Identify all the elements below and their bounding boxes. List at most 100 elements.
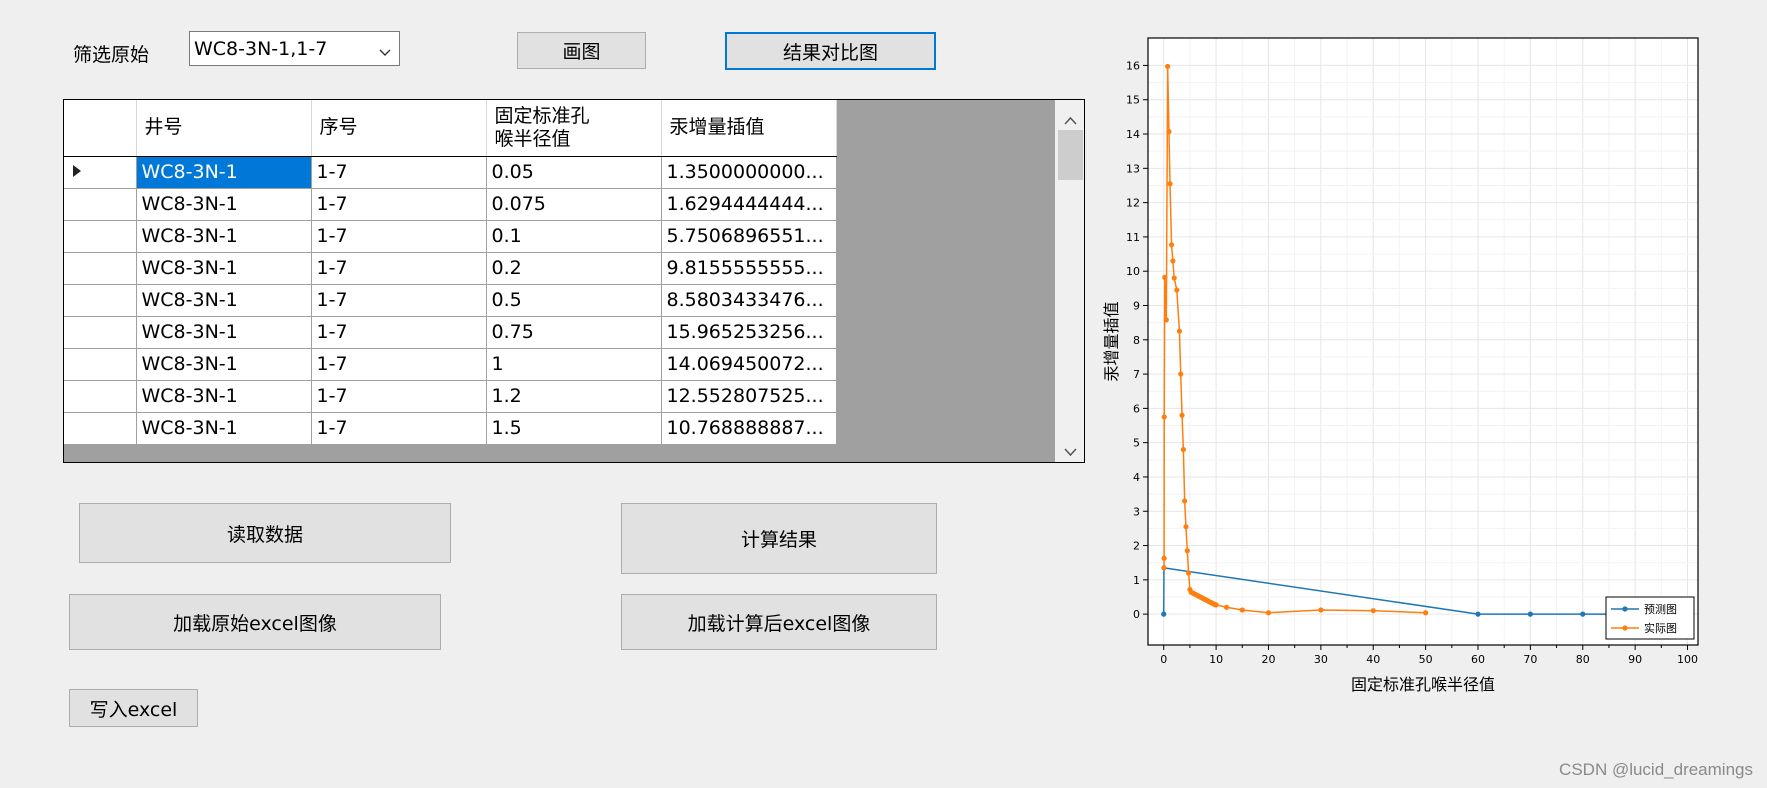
cell-pore-radius[interactable]: 0.5 [486, 284, 662, 317]
scroll-down-icon[interactable] [1064, 442, 1077, 461]
row-header[interactable] [64, 380, 137, 413]
cell-mercury-increment[interactable]: 15.965253256... [661, 316, 837, 349]
y-tick-label: 16 [1126, 59, 1140, 72]
row-header[interactable] [64, 316, 137, 349]
cell-serial-no[interactable]: 1-7 [311, 380, 487, 413]
row-header[interactable] [64, 252, 137, 285]
cell-well-no[interactable]: WC8-3N-1 [136, 252, 312, 285]
data-point-1 [1166, 129, 1172, 135]
data-point-1 [1180, 446, 1186, 453]
data-table: 井号 序号 固定标准孔 喉半径值 汞增量插值 WC8-3N-1 1-7 0.05 1.… [64, 100, 837, 445]
data-point-1 [1174, 287, 1180, 293]
y-tick-label: 10 [1126, 265, 1140, 278]
y-tick-label: 4 [1133, 471, 1140, 484]
x-tick-label: 30 [1314, 653, 1328, 666]
table-row[interactable]: WC8-3N-1 1-7 0.75 15.965253256... [64, 316, 837, 349]
cell-mercury-increment[interactable]: 10.768888887... [661, 412, 837, 445]
cell-mercury-increment[interactable]: 8.5803433476... [661, 284, 837, 317]
data-point-1 [1423, 610, 1429, 616]
cell-well-no[interactable]: WC8-3N-1 [136, 156, 312, 189]
cell-serial-no[interactable]: 1-7 [311, 348, 487, 381]
cell-pore-radius[interactable]: 1.5 [486, 412, 662, 445]
filter-combobox[interactable]: WC8-3N-1,1-7 [189, 31, 400, 66]
row-header[interactable] [64, 188, 137, 221]
cell-well-no[interactable]: WC8-3N-1 [136, 348, 312, 381]
cell-serial-no[interactable]: 1-7 [311, 284, 487, 317]
x-tick-label: 50 [1419, 653, 1433, 666]
data-point-0 [1527, 611, 1533, 617]
x-tick-label: 100 [1677, 653, 1698, 666]
row-header[interactable] [64, 348, 137, 381]
cell-well-no[interactable]: WC8-3N-1 [136, 188, 312, 221]
column-header-well-no[interactable]: 井号 [136, 100, 312, 157]
scroll-thumb[interactable] [1058, 130, 1083, 180]
y-tick-label: 11 [1126, 231, 1140, 244]
data-point-1 [1185, 570, 1192, 576]
x-tick-label: 20 [1261, 653, 1275, 666]
row-header[interactable] [64, 220, 137, 253]
cell-pore-radius[interactable]: 0.05 [486, 156, 662, 189]
load-original-excel-button[interactable]: 加载原始excel图像 [69, 594, 441, 650]
row-header[interactable] [64, 284, 137, 317]
cell-well-no[interactable]: WC8-3N-1 [136, 316, 312, 349]
table-row[interactable]: WC8-3N-1 1-7 0.05 1.3500000000... [64, 156, 837, 189]
cell-mercury-increment[interactable]: 14.069450072... [661, 348, 837, 381]
cell-pore-radius[interactable]: 0.75 [486, 316, 662, 349]
data-point-1 [1162, 274, 1168, 280]
column-header-mercury-increment[interactable]: 汞增量插值 [661, 100, 837, 157]
compare-chart-button[interactable]: 结果对比图 [725, 32, 936, 70]
write-excel-button[interactable]: 写入excel [69, 689, 198, 727]
cell-mercury-increment[interactable]: 9.8155555555... [661, 252, 837, 285]
cell-pore-radius[interactable]: 1 [486, 348, 662, 381]
cell-well-no[interactable]: WC8-3N-1 [136, 220, 312, 253]
scroll-up-icon[interactable] [1064, 110, 1077, 129]
x-tick-label: 90 [1628, 653, 1642, 666]
data-grid[interactable]: 井号 序号 固定标准孔 喉半径值 汞增量插值 WC8-3N-1 1-7 0.05 1.… [63, 99, 1085, 463]
table-row[interactable]: WC8-3N-1 1-7 0.1 5.7506896551... [64, 220, 837, 253]
data-point-1 [1171, 275, 1177, 281]
data-point-1 [1183, 524, 1189, 530]
column-header-serial-no[interactable]: 序号 [311, 100, 487, 157]
cell-mercury-increment[interactable]: 1.3500000000... [661, 156, 837, 189]
cell-pore-radius[interactable]: 0.2 [486, 252, 662, 285]
cell-serial-no[interactable]: 1-7 [311, 188, 487, 221]
data-point-1 [1223, 604, 1230, 610]
table-row[interactable]: WC8-3N-1 1-7 0.5 8.5803433476... [64, 284, 837, 317]
load-computed-excel-button[interactable]: 加载计算后excel图像 [621, 594, 937, 650]
table-row[interactable]: WC8-3N-1 1-7 0.2 9.8155555555... [64, 252, 837, 285]
cell-pore-radius[interactable]: 0.075 [486, 188, 662, 221]
row-header[interactable] [64, 412, 137, 445]
cell-serial-no[interactable]: 1-7 [311, 412, 487, 445]
cell-mercury-increment[interactable]: 12.552807525... [661, 380, 837, 413]
table-row[interactable]: WC8-3N-1 1-7 1.2 12.552807525... [64, 380, 837, 413]
column-header-pore-radius[interactable]: 固定标准孔 喉半径值 [486, 100, 662, 157]
data-point-1 [1161, 414, 1167, 420]
table-row[interactable]: WC8-3N-1 1-7 0.075 1.6294444444... [64, 188, 837, 221]
y-tick-label: 9 [1133, 299, 1140, 312]
cell-serial-no[interactable]: 1-7 [311, 316, 487, 349]
cell-mercury-increment[interactable]: 5.7506896551... [661, 220, 837, 253]
cell-well-no[interactable]: WC8-3N-1 [136, 380, 312, 413]
cell-serial-no[interactable]: 1-7 [311, 156, 487, 189]
cell-pore-radius[interactable]: 1.2 [486, 380, 662, 413]
read-data-button[interactable]: 读取数据 [79, 503, 451, 563]
cell-serial-no[interactable]: 1-7 [311, 220, 487, 253]
grid-vertical-scrollbar[interactable] [1055, 100, 1084, 462]
compute-result-button[interactable]: 计算结果 [621, 503, 937, 574]
cell-mercury-increment[interactable]: 1.6294444444... [661, 188, 837, 221]
plot-button[interactable]: 画图 [517, 32, 646, 69]
cell-well-no[interactable]: WC8-3N-1 [136, 412, 312, 445]
table-row[interactable]: WC8-3N-1 1-7 1.5 10.768888887... [64, 412, 837, 445]
data-point-1 [1318, 607, 1324, 613]
cell-serial-no[interactable]: 1-7 [311, 252, 487, 285]
x-tick-label: 70 [1523, 653, 1537, 666]
cell-pore-radius[interactable]: 0.1 [486, 220, 662, 253]
legend-swatch-marker [1622, 625, 1628, 631]
data-point-1 [1178, 371, 1184, 377]
row-header[interactable] [64, 156, 137, 189]
table-row[interactable]: WC8-3N-1 1-7 1 14.069450072... [64, 348, 837, 381]
chevron-down-icon [379, 41, 391, 63]
cell-well-no[interactable]: WC8-3N-1 [136, 284, 312, 317]
y-axis-label: 汞增量插值 [1102, 301, 1121, 381]
line-chart: 0 10 20 30 40 50 60 70 80 90 100012345678910111213… [1102, 37, 1699, 694]
